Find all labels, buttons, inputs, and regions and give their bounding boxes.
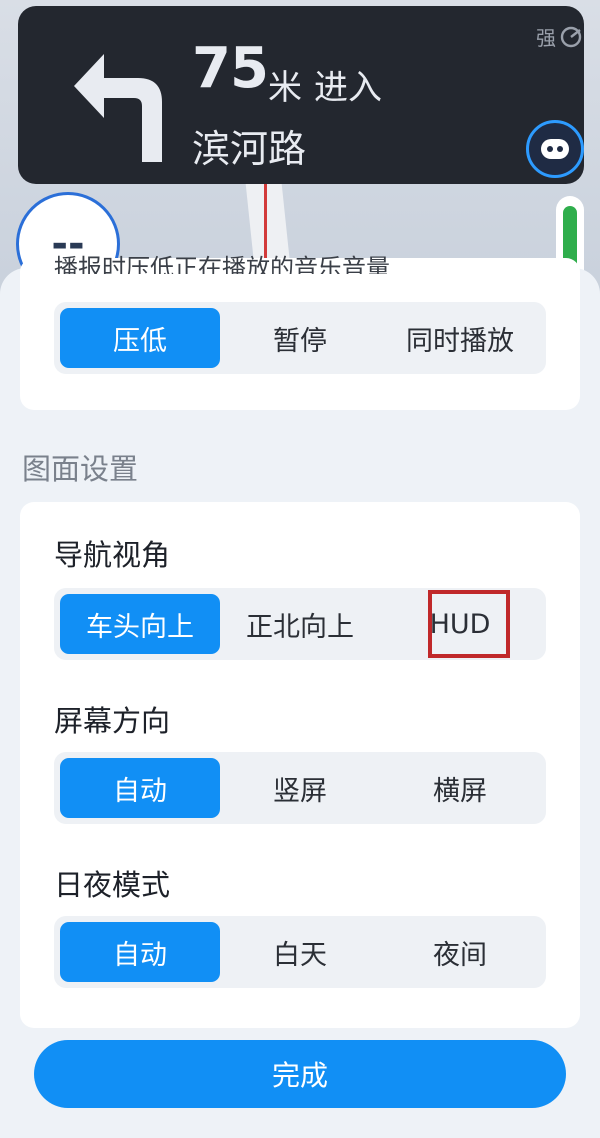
nav-view-label: 导航视角 [54, 538, 171, 572]
signal-strength-label: 强 [536, 26, 556, 50]
day-night-label: 日夜模式 [54, 868, 171, 902]
broadcast-description: 播报时压低正在播放的音乐音量 [54, 254, 390, 274]
turn-action: 进入 [314, 68, 382, 108]
road-name: 滨河路 [192, 127, 307, 171]
map-settings-title: 图面设置 [22, 452, 139, 486]
broadcast-card: 播报时压低正在播放的音乐音量 压低 暂停 同时播放 [20, 254, 580, 410]
broadcast-segment: 压低 暂停 同时播放 [54, 302, 546, 374]
view-option-hud[interactable]: HUD [380, 590, 540, 658]
map-settings-card: 导航视角 车头向上 正北向上 HUD 屏幕方向 自动 竖屏 横屏 日夜模式 自动… [20, 502, 580, 1028]
app-screen: 75 米 进入 滨河路 强 -- 播报时压低正在播放的音乐音量 压低 暂停 同时… [0, 0, 600, 1138]
orientation-option-auto[interactable]: 自动 [60, 758, 220, 818]
assistant-face-icon [541, 139, 569, 159]
screen-orientation-label: 屏幕方向 [54, 704, 171, 738]
hud-highlight-box [428, 590, 510, 658]
screen-orientation-segment: 自动 竖屏 横屏 [54, 752, 546, 824]
orientation-option-landscape[interactable]: 横屏 [380, 758, 540, 818]
turn-left-arrow-icon [74, 54, 162, 162]
nav-view-segment: 车头向上 正北向上 HUD [54, 588, 546, 660]
day-night-segment: 自动 白天 夜间 [54, 916, 546, 988]
orientation-option-portrait[interactable]: 竖屏 [220, 758, 380, 818]
distance-unit: 米 [268, 68, 302, 108]
gps-signal-icon [560, 26, 582, 47]
turn-distance: 75 [192, 36, 269, 101]
settings-sheet: 播报时压低正在播放的音乐音量 压低 暂停 同时播放 图面设置 导航视角 车头向上… [0, 254, 600, 1138]
daynight-option-day[interactable]: 白天 [220, 922, 380, 982]
voice-assistant-button[interactable] [526, 120, 584, 178]
daynight-option-auto[interactable]: 自动 [60, 922, 220, 982]
broadcast-option-pause[interactable]: 暂停 [220, 308, 380, 368]
daynight-option-night[interactable]: 夜间 [380, 922, 540, 982]
done-button[interactable]: 完成 [34, 1040, 566, 1108]
view-option-north-up[interactable]: 正北向上 [220, 594, 380, 654]
view-option-heading-up[interactable]: 车头向上 [60, 594, 220, 654]
gps-signal: 强 [536, 22, 582, 51]
broadcast-option-simultaneous[interactable]: 同时播放 [380, 308, 540, 368]
broadcast-option-lower[interactable]: 压低 [60, 308, 220, 368]
navigation-banner: 75 米 进入 滨河路 强 [18, 6, 584, 184]
